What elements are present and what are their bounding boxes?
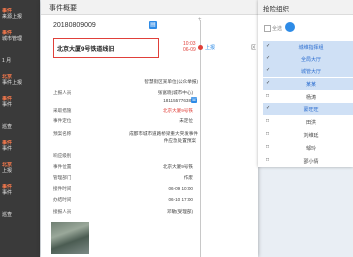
- field-label: 接报人员: [53, 209, 72, 214]
- timeline-side-label: 区: [251, 45, 257, 51]
- select-all-checkbox[interactable]: [264, 25, 271, 32]
- document-icon[interactable]: ▤: [149, 21, 157, 29]
- field-label: 预案名称: [53, 131, 72, 136]
- reporter-org: 智慧街区某单位(公众举报): [144, 79, 198, 84]
- field-value: 件应急处置预案: [163, 138, 196, 143]
- field-value: 成都市城市道路桥梁重大突发事件: [129, 131, 198, 136]
- checkbox-checked-icon: ✓: [266, 55, 271, 61]
- event-address-box: 北京大厦9号铁道线旧: [53, 38, 159, 58]
- checkbox-icon: □: [266, 93, 270, 99]
- timeline-step-label[interactable]: 上报: [205, 44, 215, 51]
- field-label: 接件时间: [53, 186, 72, 191]
- org-row[interactable]: □ 邵小倩: [263, 155, 353, 167]
- field-value: 未定位: [179, 118, 193, 123]
- event-number: 20180809009: [53, 22, 96, 29]
- list-item[interactable]: 事件 事件: [2, 184, 38, 204]
- field-value: 张富晓(城市中心): [157, 90, 193, 95]
- list-item[interactable]: 事件 事件: [2, 140, 38, 160]
- timeline-add-icon[interactable]: +: [198, 17, 202, 23]
- checkbox-checked-icon: ✓: [266, 80, 271, 86]
- field-label: 事件定位: [53, 118, 72, 123]
- field-value: 06-10 17:00: [168, 197, 193, 202]
- phone-icon[interactable]: ☏: [191, 97, 197, 103]
- org-row[interactable]: □ 邹玲: [263, 142, 353, 154]
- timeline-time: 10:03 06-09: [183, 41, 196, 53]
- event-photo[interactable]: [51, 222, 89, 254]
- dialog-title: 事件概要: [49, 5, 77, 12]
- org-row[interactable]: ✓ 城管大厅: [263, 65, 353, 77]
- field-label: 管理部门: [53, 175, 72, 180]
- list-item[interactable]: 事件 城市管理: [2, 30, 38, 50]
- field-label: 响应级别: [53, 153, 72, 158]
- org-row[interactable]: □ 杨涛: [263, 91, 353, 103]
- field-label: 事件位置: [53, 164, 72, 169]
- list-item[interactable]: 事件 来源上报: [2, 8, 38, 28]
- field-label: 上报人员: [53, 90, 72, 95]
- checkbox-icon: □: [266, 157, 270, 163]
- rescue-org-panel: 抢险组织 全选 ✓ 城维指挥组 ✓ 全局大厅 ✓ 城管大厅 ✓ 某某 □ 杨涛 ✓ 蒙旺旺 …: [258, 0, 353, 167]
- checkbox-icon: □: [266, 144, 270, 150]
- field-value: 18115577638: [163, 98, 191, 103]
- list-item[interactable]: 巡查: [2, 118, 38, 138]
- event-detail-dialog: 事件概要 20180809009 ▤ 北京大厦9号铁道线旧 智慧街区某单位(公众…: [41, 0, 258, 257]
- org-row[interactable]: ✓ 城维指挥组: [263, 41, 353, 53]
- select-all-label: 全选: [272, 26, 283, 32]
- toggle-icon[interactable]: [285, 22, 295, 32]
- field-value: 北京大厦9号铁: [162, 164, 193, 169]
- event-list-panel: 事件 来源上报 事件 城市管理 1 月 北京 事件上报 事件 事件 巡查 事件 事件 北京…: [0, 0, 40, 257]
- timeline-dot: [198, 45, 203, 50]
- org-row[interactable]: ✓ 蒙旺旺: [263, 103, 353, 115]
- list-item[interactable]: 1 月: [2, 52, 38, 72]
- checkbox-checked-icon: ✓: [266, 43, 271, 49]
- org-row[interactable]: ✓ 某某: [263, 78, 353, 90]
- field-value: 北京大厦9号铁: [162, 108, 193, 113]
- dialog-header: 事件概要: [41, 0, 258, 15]
- field-value: 邓敏(受理部): [166, 209, 193, 214]
- field-value: 作废: [183, 175, 193, 180]
- list-item[interactable]: 北京 上报: [2, 162, 38, 182]
- checkbox-icon: □: [266, 118, 270, 124]
- event-address: 北京大厦9号铁道线旧: [57, 47, 115, 53]
- timeline-line: [200, 20, 201, 257]
- field-value: 06-09 10:00: [168, 186, 193, 191]
- checkbox-checked-icon: ✓: [266, 105, 271, 111]
- org-panel-header: 抢险组织: [258, 0, 353, 15]
- org-panel-title: 抢险组织: [263, 6, 289, 13]
- checkbox-icon: □: [266, 131, 270, 137]
- field-label: 采取措施: [53, 108, 72, 113]
- list-item[interactable]: 北京 事件上报: [2, 74, 38, 94]
- list-item[interactable]: 巡查: [2, 206, 38, 226]
- org-row[interactable]: ✓ 全局大厅: [263, 53, 353, 65]
- field-label: 办结时间: [53, 197, 72, 202]
- checkbox-checked-icon: ✓: [266, 67, 271, 73]
- list-item[interactable]: 事件 事件: [2, 96, 38, 116]
- org-row[interactable]: □ 刘维廷: [263, 129, 353, 141]
- org-row[interactable]: □ 田洪: [263, 116, 353, 128]
